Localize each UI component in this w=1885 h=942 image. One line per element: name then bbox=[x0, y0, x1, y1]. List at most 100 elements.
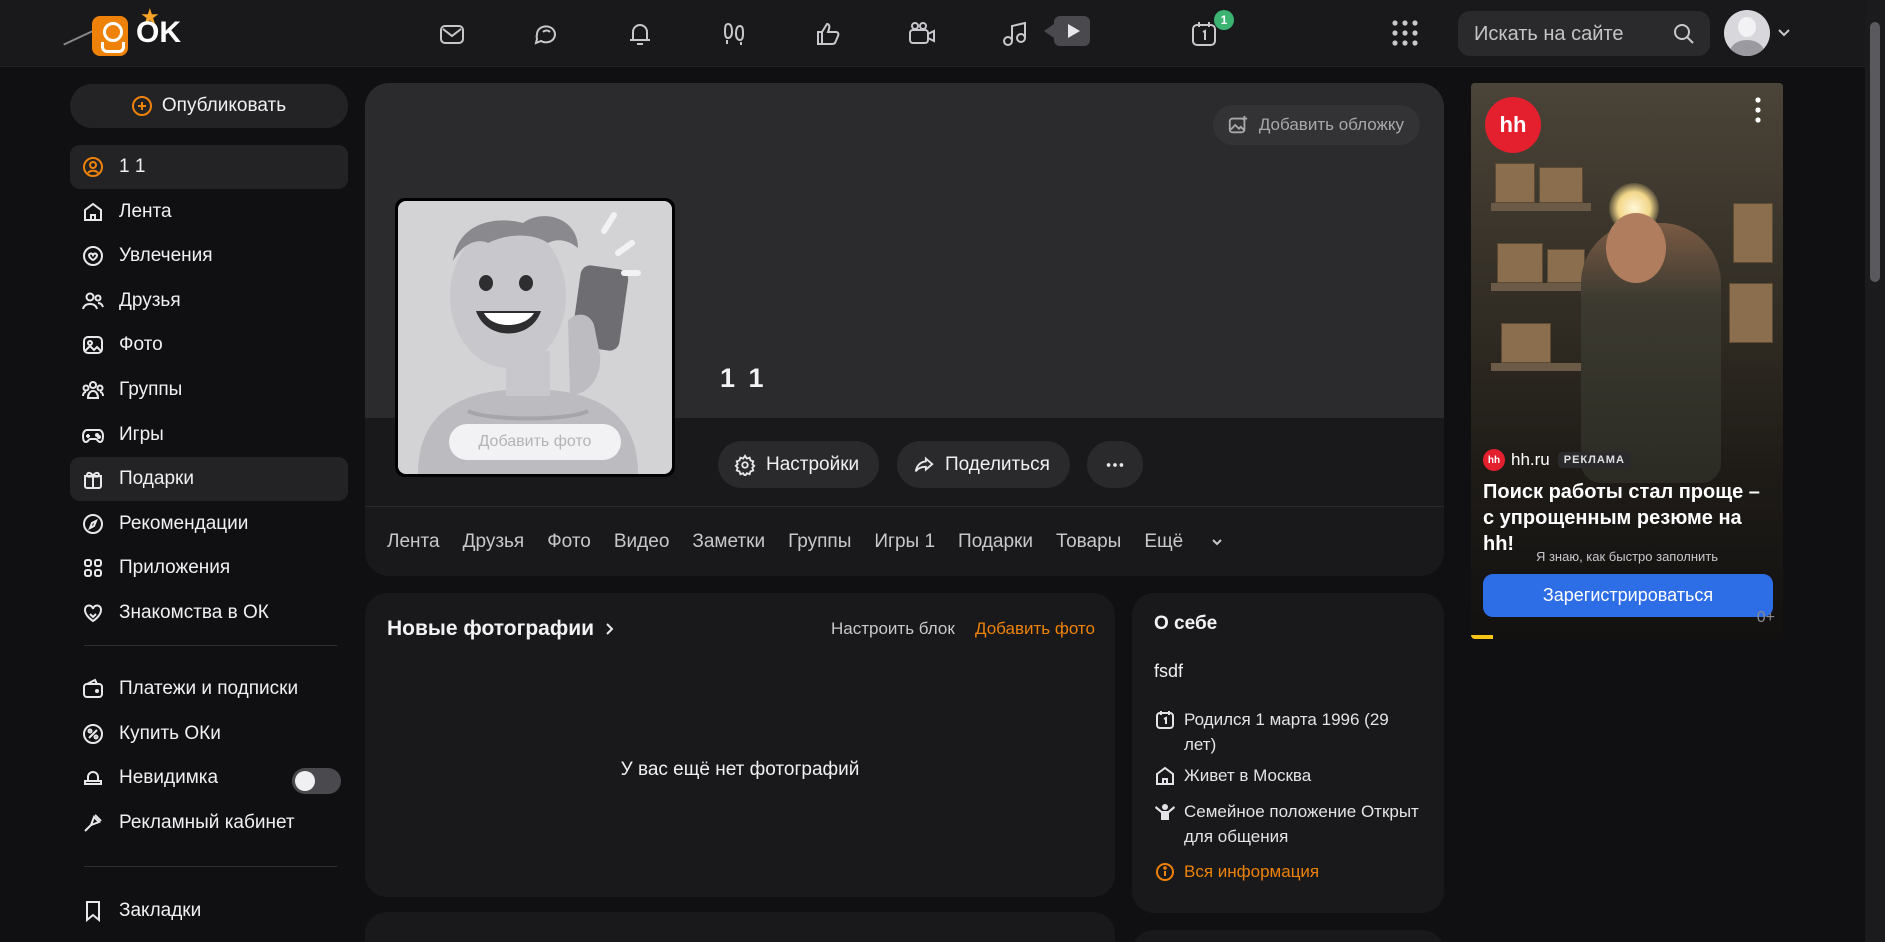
about-family: Семейное положение Открыт для общения bbox=[1154, 799, 1424, 849]
tab-video[interactable]: Видео bbox=[614, 531, 670, 553]
wallet-icon bbox=[80, 676, 106, 702]
more-actions-button[interactable] bbox=[1087, 441, 1143, 488]
tab-goods[interactable]: Товары bbox=[1056, 531, 1121, 553]
music-icon[interactable] bbox=[992, 12, 1040, 56]
about-location: Живет в Москва bbox=[1154, 763, 1424, 788]
likes-icon[interactable] bbox=[804, 12, 852, 56]
ad-menu-icon[interactable] bbox=[1755, 97, 1761, 123]
ad-brand[interactable]: hh hh.ru РЕКЛАМА bbox=[1483, 449, 1631, 471]
about-card: О себе fsdf Родился 1 марта 1996 (29 лет… bbox=[1132, 593, 1444, 913]
profile-photo[interactable]: Добавить фото bbox=[395, 198, 675, 477]
guests-icon[interactable] bbox=[710, 12, 758, 56]
ad-image-part bbox=[1547, 249, 1585, 283]
ad-headline[interactable]: Поиск работы стал проще – с упрощенным р… bbox=[1483, 479, 1775, 557]
bell-icon[interactable] bbox=[616, 12, 664, 56]
ad-image-part bbox=[1491, 283, 1591, 291]
sidebar-item-friends[interactable]: Друзья bbox=[70, 279, 348, 323]
chat-icon[interactable] bbox=[522, 12, 570, 56]
configure-block-link[interactable]: Настроить блок bbox=[831, 619, 955, 639]
video-camera-icon[interactable] bbox=[898, 12, 946, 56]
more-dots-icon bbox=[1106, 462, 1124, 467]
tab-feed[interactable]: Лента bbox=[387, 531, 440, 553]
register-button[interactable]: Зарегистрироваться bbox=[1483, 574, 1773, 617]
info-icon bbox=[1156, 863, 1174, 881]
sidebar-item-label: Невидимка bbox=[119, 767, 219, 789]
profile-icon bbox=[80, 154, 106, 180]
sidebar-item-payments[interactable]: Платежи и подписки bbox=[70, 667, 348, 711]
sidebar-item-label: Лента bbox=[119, 200, 172, 222]
ad-image-part bbox=[1491, 363, 1591, 371]
invisible-icon bbox=[80, 765, 106, 791]
tab-gifts[interactable]: Подарки bbox=[958, 531, 1033, 553]
sidebar-item-label: Приложения bbox=[119, 557, 231, 579]
gear-icon bbox=[734, 453, 756, 476]
apps-grid-icon[interactable] bbox=[1390, 18, 1420, 48]
ad-image-part bbox=[1733, 203, 1773, 263]
divider bbox=[84, 866, 337, 867]
sidebar-item-profile[interactable]: 1 1 bbox=[70, 145, 348, 189]
scrollbar[interactable] bbox=[1865, 0, 1885, 942]
hobby-icon bbox=[80, 243, 106, 269]
share-button[interactable]: Поделиться bbox=[897, 441, 1070, 488]
ad-banner[interactable]: hh hh hh.ru РЕКЛАМА Поиск работы стал пр… bbox=[1471, 83, 1783, 639]
top-nav-icons: 1 bbox=[428, 10, 1274, 56]
sidebar-item-label: Фото bbox=[119, 334, 163, 356]
ok-logo[interactable]: ★ OK bbox=[62, 4, 192, 58]
chevron-down-icon[interactable] bbox=[1776, 24, 1792, 40]
sidebar-item-gifts[interactable]: Подарки bbox=[70, 457, 348, 502]
add-cover-button[interactable]: Добавить обложку bbox=[1212, 105, 1420, 145]
publish-button[interactable]: Опубликовать bbox=[70, 84, 348, 128]
video-play-icon[interactable] bbox=[1044, 16, 1090, 46]
sidebar-item-feed[interactable]: Лента bbox=[70, 190, 348, 234]
sidebar-item-label: Рекомендации bbox=[119, 512, 249, 534]
ad-label: РЕКЛАМА bbox=[1557, 452, 1631, 468]
tab-notes[interactable]: Заметки bbox=[692, 531, 765, 553]
add-image-icon bbox=[1228, 115, 1248, 134]
compass-icon bbox=[80, 511, 106, 537]
sidebar-item-apps[interactable]: Приложения bbox=[70, 546, 348, 590]
add-photo-button[interactable]: Добавить фото bbox=[449, 424, 621, 460]
search-icon[interactable] bbox=[1672, 22, 1696, 46]
tab-games[interactable]: Игры 1 bbox=[874, 531, 935, 553]
ad-subtext: Я знаю, как быстро заполнить склад bbox=[1535, 549, 1719, 564]
scrollbar-thumb[interactable] bbox=[1870, 22, 1880, 282]
sidebar-item-hobbies[interactable]: Увлечения bbox=[70, 234, 348, 278]
sidebar-item-games[interactable]: Игры bbox=[70, 413, 348, 457]
sidebar-item-label: 1 1 bbox=[119, 156, 146, 177]
sidebar-item-groups[interactable]: Группы bbox=[70, 368, 348, 412]
ad-image-part bbox=[1491, 203, 1591, 211]
apps-icon bbox=[80, 555, 106, 581]
all-info-link[interactable]: Вся информация bbox=[1154, 859, 1424, 884]
avatar[interactable] bbox=[1724, 10, 1770, 56]
sidebar-item-recommendations[interactable]: Рекомендации bbox=[70, 502, 348, 546]
sidebar-item-label: Закладки bbox=[119, 900, 202, 921]
sidebar-item-label: Платежи и подписки bbox=[119, 678, 299, 699]
sidebar-item-buy-oks[interactable]: Купить ОКи bbox=[70, 712, 348, 756]
search-box bbox=[1458, 11, 1710, 56]
ad-image-part bbox=[1606, 213, 1666, 283]
invisible-toggle[interactable] bbox=[292, 768, 341, 794]
settings-button[interactable]: Настройки bbox=[718, 441, 880, 488]
ad-image-part bbox=[1497, 243, 1543, 283]
calendar-icon[interactable]: 1 bbox=[1180, 10, 1234, 56]
mail-icon[interactable] bbox=[428, 12, 476, 56]
calendar-icon bbox=[1156, 711, 1174, 729]
sidebar-item-label: Друзья bbox=[119, 289, 181, 311]
sidebar-item-bookmarks[interactable]: Закладки bbox=[70, 889, 348, 933]
top-bar: ★ OK 1 bbox=[0, 0, 1865, 67]
tab-friends[interactable]: Друзья bbox=[463, 531, 525, 553]
tab-more[interactable]: Ещё bbox=[1144, 531, 1224, 553]
tab-groups[interactable]: Группы bbox=[788, 531, 851, 553]
add-photo-link[interactable]: Добавить фото bbox=[975, 619, 1095, 639]
sidebar-item-label: Увлечения bbox=[119, 245, 213, 267]
search-input[interactable] bbox=[1474, 21, 1664, 47]
sidebar-item-ad-cabinet[interactable]: Рекламный кабинет bbox=[70, 801, 348, 845]
sidebar-item-dating[interactable]: Знакомства в ОК bbox=[70, 591, 348, 635]
about-birthday: Родился 1 марта 1996 (29 лет) bbox=[1154, 707, 1424, 757]
share-icon bbox=[914, 456, 934, 472]
tab-photo[interactable]: Фото bbox=[547, 531, 591, 553]
sidebar-item-photo[interactable]: Фото bbox=[70, 323, 348, 367]
sidebar-item-label: Подарки bbox=[119, 468, 194, 490]
divider bbox=[84, 645, 337, 646]
new-photos-title[interactable]: Новые фотографии bbox=[387, 617, 618, 641]
